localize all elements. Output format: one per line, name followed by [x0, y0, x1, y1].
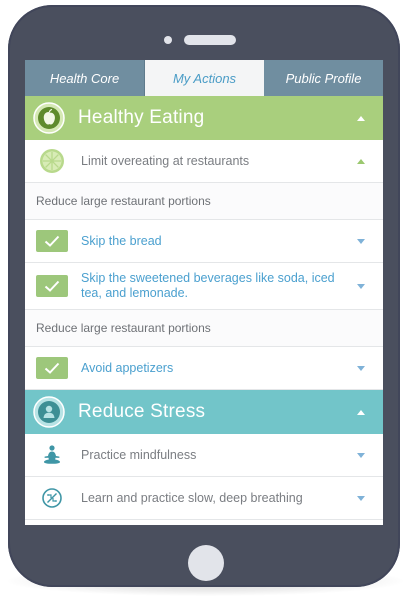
meditation-icon — [35, 443, 69, 467]
goal-row[interactable]: Practice mindfulness — [25, 434, 383, 477]
expand-caret-icon[interactable] — [357, 495, 365, 501]
checkmark-icon[interactable] — [36, 357, 68, 379]
home-button[interactable] — [188, 545, 224, 581]
expand-caret-icon[interactable] — [357, 365, 365, 371]
goal-label: Practice mindfulness — [81, 447, 197, 462]
action-group-heading: Reduce large restaurant portions — [25, 310, 383, 347]
app-screen: Health Core My Actions Public Profile He… — [25, 60, 383, 525]
speaker-grille — [184, 35, 236, 45]
expand-caret-icon[interactable] — [357, 283, 365, 289]
goal-label: Limit overeating at restaurants — [81, 153, 250, 168]
category-title: Reduce Stress — [78, 401, 206, 422]
action-row[interactable]: Skip the sweetened beverages like soda, … — [25, 263, 383, 310]
action-label: Skip the bread — [81, 233, 162, 248]
category-reduce-stress[interactable]: Reduce Stress — [25, 390, 383, 434]
checkmark-icon[interactable] — [36, 230, 68, 252]
action-label: Avoid appetizers — [81, 360, 174, 375]
lime-slice-icon — [35, 147, 69, 175]
collapse-caret-icon[interactable] — [357, 158, 365, 164]
camera — [164, 36, 172, 44]
tab-bar: Health Core My Actions Public Profile — [25, 60, 383, 96]
breathing-icon — [35, 487, 69, 509]
action-row[interactable]: Avoid appetizers — [25, 347, 383, 390]
tab-health-core[interactable]: Health Core — [25, 60, 144, 96]
category-title: Healthy Eating — [78, 107, 205, 128]
person-icon — [33, 396, 65, 428]
expand-caret-icon[interactable] — [357, 452, 365, 458]
checkmark-icon[interactable] — [36, 275, 68, 297]
goal-row[interactable]: Learn and practice slow, deep breathing — [25, 477, 383, 520]
collapse-caret-icon[interactable] — [357, 409, 365, 415]
collapse-caret-icon[interactable] — [357, 115, 365, 121]
apple-icon — [33, 102, 65, 134]
goal-row[interactable]: Limit overeating at restaurants — [25, 140, 383, 183]
action-group-heading: Reduce large restaurant portions — [25, 183, 383, 220]
action-label: Skip the sweetened beverages like soda, … — [81, 271, 335, 300]
tab-public-profile[interactable]: Public Profile — [264, 60, 383, 96]
expand-caret-icon[interactable] — [357, 238, 365, 244]
category-healthy-eating[interactable]: Healthy Eating — [25, 96, 383, 140]
action-row[interactable]: Skip the bread — [25, 220, 383, 263]
goal-label: Learn and practice slow, deep breathing — [81, 490, 303, 505]
scrollbar[interactable] — [381, 96, 383, 525]
tab-my-actions[interactable]: My Actions — [144, 60, 264, 96]
